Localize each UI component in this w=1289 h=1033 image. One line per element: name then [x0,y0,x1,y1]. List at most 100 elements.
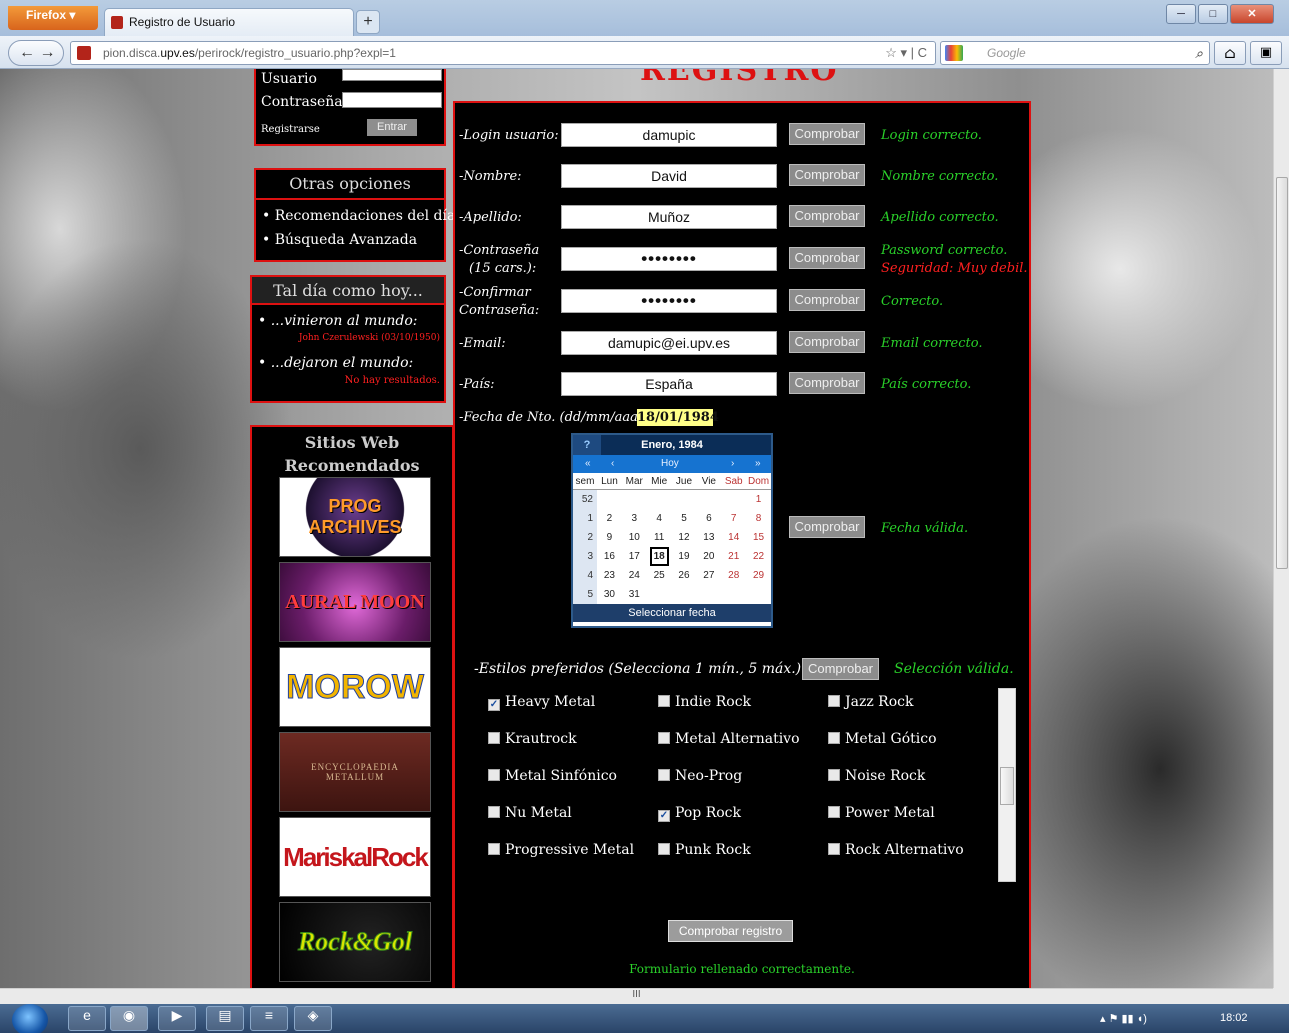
checkbox-icon[interactable] [488,806,500,818]
maximize-button[interactable]: □ [1198,4,1228,24]
checkbox-icon[interactable] [488,843,500,855]
search-icon[interactable]: ⌕ [1195,45,1203,62]
start-button-icon[interactable] [12,1004,48,1033]
style-option[interactable]: Power Metal [828,805,935,821]
check-apellido-button[interactable]: Comprobar [789,205,865,227]
hscroll-grip[interactable]: III [632,989,640,1000]
calendar-day[interactable]: 16 [597,551,622,562]
explorer-folder-icon[interactable]: ▤ [206,1006,244,1031]
email-input[interactable]: damupic@ei.upv.es [561,331,777,355]
calendar-day[interactable]: 10 [622,532,647,543]
style-option[interactable]: Neo-Prog [658,768,742,784]
style-option[interactable]: Rock Alternativo [828,842,964,858]
next-month-button[interactable]: › [731,455,734,473]
style-option[interactable]: Indie Rock [658,694,751,710]
style-option[interactable]: Punk Rock [658,842,751,858]
fecha-value[interactable]: 18/01/1984 [637,409,719,426]
calendar-day[interactable]: 17 [622,551,647,562]
calendar-day[interactable]: 9 [597,532,622,543]
ie-icon[interactable]: e [68,1006,106,1031]
calendar-day[interactable]: 12 [672,532,697,543]
check-email-button[interactable]: Comprobar [789,331,865,353]
checkbox-icon[interactable] [658,843,670,855]
checkbox-icon[interactable] [828,695,840,707]
mariskalrock-logo[interactable]: MariskalRock [279,817,431,897]
style-option[interactable]: Nu Metal [488,805,572,821]
style-option[interactable]: Jazz Rock [828,694,913,710]
style-option[interactable]: ✓ Pop Rock [658,805,741,822]
check-pais-button[interactable]: Comprobar [789,372,865,394]
pais-input[interactable]: España [561,372,777,396]
contrasena-input[interactable]: •••••••• [561,247,777,271]
style-option[interactable]: ✓ Heavy Metal [488,694,595,711]
checkbox-icon[interactable] [828,769,840,781]
checkbox-icon[interactable] [828,843,840,855]
checkbox-icon[interactable] [488,732,500,744]
checkbox-icon[interactable] [658,732,670,744]
page-scroll-thumb[interactable] [1276,177,1288,569]
confirmar-input[interactable]: •••••••• [561,289,777,313]
style-option[interactable]: Metal Sinfónico [488,768,617,784]
check-estilos-button[interactable]: Comprobar [802,658,879,680]
style-option[interactable]: Metal Gótico [828,731,937,747]
search-box[interactable]: Google ⌕ [940,41,1210,65]
comprobar-registro-button[interactable]: Comprobar registro [668,920,793,942]
checkbox-icon[interactable] [828,732,840,744]
metallum-logo[interactable]: ENCYCLOPAEDIA METALLUM [279,732,431,812]
link-recomendaciones[interactable]: Recomendaciones del día [256,200,456,224]
checkbox-checked-icon[interactable]: ✓ [658,810,670,822]
calendar-day[interactable]: 22 [746,551,771,562]
style-option[interactable]: Krautrock [488,731,577,747]
minimize-button[interactable]: ─ [1166,4,1196,24]
calendar-day[interactable]: 11 [647,532,672,543]
login-input[interactable]: damupic [561,123,777,147]
calendar-day[interactable]: 19 [672,551,697,562]
checkbox-icon[interactable] [658,769,670,781]
register-link[interactable]: Registrarse [261,124,320,135]
calendar-day[interactable]: 27 [696,570,721,581]
calendar-day[interactable]: 26 [672,570,697,581]
address-bar[interactable]: pion.disca.upv.es/perirock/registro_usua… [70,41,936,65]
check-contrasena-button[interactable]: Comprobar [789,247,865,269]
system-tray-icons[interactable]: ▴ ⚑ ▮▮ ◖) [1100,1012,1147,1025]
calendar-day[interactable]: 6 [696,513,721,524]
calendar-day[interactable]: 31 [622,589,647,600]
notepad-icon[interactable]: ≡ [250,1006,288,1031]
calendar-day-selected[interactable]: 18 [649,547,669,566]
calendar-day[interactable]: 21 [721,551,746,562]
calendar-help-button[interactable]: ? [573,435,601,455]
browser-tab[interactable]: Registro de Usuario [104,8,354,36]
born-value[interactable]: John Czerulewski (03/10/1950) [252,329,444,343]
back-forward-button[interactable]: ← → [8,40,64,66]
styles-scroll-thumb[interactable] [1000,767,1014,805]
nombre-input[interactable]: David [561,164,777,188]
prev-year-button[interactable]: « [585,455,591,473]
check-nombre-button[interactable]: Comprobar [789,164,865,186]
calendar-day[interactable]: 4 [647,513,672,524]
link-busqueda-avanzada[interactable]: Búsqueda Avanzada [256,224,444,248]
apellido-input[interactable]: Muñoz [561,205,777,229]
page-vertical-scrollbar[interactable] [1273,69,1289,988]
calendar-day[interactable]: 3 [622,513,647,524]
firefox-taskbar-icon[interactable]: ◉ [110,1006,148,1031]
calendar-day[interactable]: 25 [647,570,672,581]
new-tab-button[interactable]: + [356,10,380,34]
calendar-day[interactable]: 13 [696,532,721,543]
password-field[interactable] [342,92,442,108]
rockgol-logo[interactable]: Rock&Gol [279,902,431,982]
progarchives-logo[interactable]: PROG ARCHIVES [279,477,431,557]
calendar-day[interactable]: 5 [672,513,697,524]
checkbox-icon[interactable] [488,769,500,781]
calendar-day[interactable]: 28 [721,570,746,581]
styles-list-scrollbar[interactable] [998,688,1016,882]
prev-month-button[interactable]: ‹ [611,455,614,473]
calendar-day[interactable]: 2 [597,513,622,524]
checkbox-icon[interactable] [658,695,670,707]
firefox-menu-button[interactable]: Firefox ▾ [8,6,98,30]
style-option[interactable]: Metal Alternativo [658,731,800,747]
next-year-button[interactable]: » [755,455,761,473]
style-option[interactable]: Progressive Metal [488,842,634,858]
calendar-day[interactable]: 23 [597,570,622,581]
app-icon[interactable]: ◈ [294,1006,332,1031]
calendar-day[interactable]: 1 [746,494,771,505]
